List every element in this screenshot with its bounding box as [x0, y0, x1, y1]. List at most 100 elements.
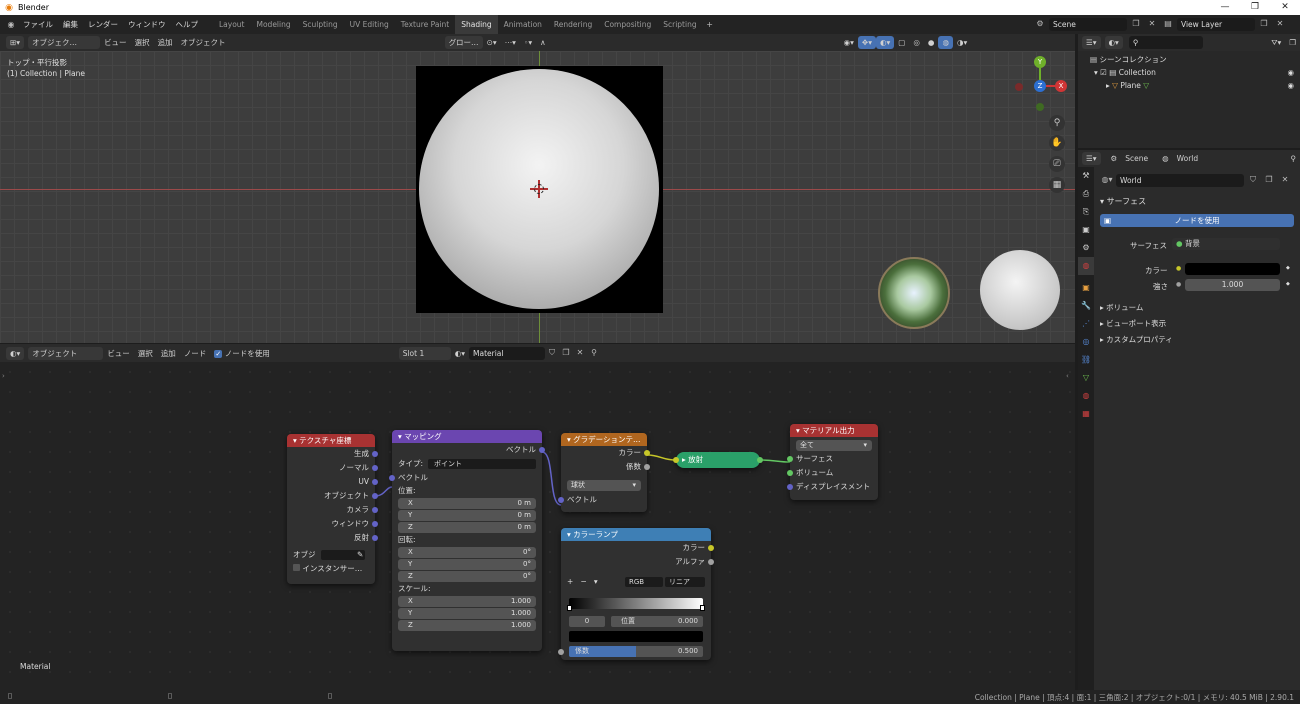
- tab-compositing[interactable]: Compositing: [598, 15, 657, 34]
- tab-view-layer-icon[interactable]: ▣: [1078, 221, 1094, 239]
- material-name-field[interactable]: Material: [469, 346, 546, 360]
- navigation-gizmo[interactable]: Z Y X: [1010, 56, 1070, 116]
- output-input-volume[interactable]: ボリューム: [787, 466, 878, 480]
- tab-uv-editing[interactable]: UV Editing: [344, 15, 395, 34]
- eyedropper-icon[interactable]: ✎: [357, 548, 363, 562]
- orientation-dropdown[interactable]: グロー…: [444, 36, 483, 49]
- falloff-icon[interactable]: ∧: [536, 36, 550, 49]
- active-stop-index[interactable]: 0: [569, 616, 605, 627]
- tab-layout[interactable]: Layout: [213, 15, 251, 34]
- tab-shading[interactable]: Shading: [455, 15, 498, 34]
- node-menu-add[interactable]: 追加: [157, 347, 180, 360]
- color-keyframe-icon[interactable]: ◆: [1286, 265, 1290, 271]
- tab-modifier-icon[interactable]: 🔧: [1078, 297, 1094, 315]
- visibility-icon[interactable]: ◉▾: [840, 36, 858, 49]
- remove-scene-icon[interactable]: ✕: [1145, 17, 1159, 31]
- add-workspace-icon[interactable]: +: [703, 18, 717, 32]
- ramp-stop-white[interactable]: [700, 605, 705, 611]
- tab-data-icon[interactable]: ▽: [1078, 369, 1094, 387]
- color-mode-dropdown[interactable]: RGB: [625, 577, 663, 587]
- output-input-displacement[interactable]: ディスプレイスメント: [787, 480, 878, 494]
- surface-panel-header[interactable]: ▾ サーフェス: [1100, 196, 1146, 207]
- socket-uv[interactable]: UV: [287, 475, 378, 489]
- xray-icon[interactable]: ▢: [894, 36, 909, 49]
- socket-camera[interactable]: カメラ: [287, 503, 378, 517]
- tab-scripting[interactable]: Scripting: [657, 15, 702, 34]
- strength-field[interactable]: 1.000: [1185, 279, 1280, 291]
- from-instancer-checkbox[interactable]: インスタンサー…: [287, 562, 375, 576]
- pan-hand-icon[interactable]: ✋: [1049, 135, 1065, 151]
- socket-generated[interactable]: 生成: [287, 447, 378, 461]
- pin-icon[interactable]: ⚲: [587, 346, 601, 360]
- fake-user-icon[interactable]: ⛉: [545, 346, 559, 360]
- mapping-input-vector[interactable]: ベクトル: [389, 471, 542, 485]
- plane-row[interactable]: ▸ ▽ Plane ▽ ◉: [1078, 79, 1300, 92]
- 3d-viewport[interactable]: トップ・平行投影 (1) Collection | Plane Z Y X ⚲ …: [0, 51, 1075, 343]
- menu-render[interactable]: レンダー: [83, 15, 123, 34]
- outliner-editor-type-icon[interactable]: ☰▾: [1082, 36, 1101, 49]
- minimize-icon[interactable]: —: [1210, 0, 1240, 15]
- menu-help[interactable]: ヘルプ: [171, 15, 204, 34]
- scene-collection-row[interactable]: ▤ シーンコレクション: [1078, 53, 1300, 66]
- snap-icon[interactable]: ⋯▾: [501, 36, 520, 49]
- blender-menu-icon[interactable]: ◉: [4, 18, 18, 32]
- viewport-menu-add[interactable]: 追加: [154, 36, 177, 49]
- tab-animation[interactable]: Animation: [498, 15, 548, 34]
- maximize-icon[interactable]: ❐: [1240, 0, 1270, 15]
- location-z-field[interactable]: Z 0 m: [398, 522, 536, 533]
- view-layer-field[interactable]: View Layer: [1177, 17, 1255, 31]
- stop-position-field[interactable]: 位置 0.000: [611, 616, 703, 627]
- new-scene-icon[interactable]: ❐: [1129, 17, 1143, 31]
- shading-material-icon[interactable]: ◍: [938, 36, 954, 49]
- node-menu-select[interactable]: 選択: [134, 347, 157, 360]
- tab-object-icon[interactable]: ▣: [1078, 279, 1094, 297]
- color-ramp-gradient[interactable]: [569, 598, 703, 609]
- node-menu-view[interactable]: ビュー: [103, 347, 134, 360]
- output-input-surface[interactable]: サーフェス: [787, 452, 878, 466]
- use-nodes-checkbox[interactable]: ✓ ノードを使用: [210, 347, 273, 360]
- socket-object[interactable]: オブジェクト: [287, 489, 378, 503]
- gradient-type-dropdown[interactable]: 球状 ▾: [567, 480, 641, 491]
- tab-particles-icon[interactable]: ⋰: [1078, 315, 1094, 333]
- tab-sculpting[interactable]: Sculpting: [297, 15, 344, 34]
- menu-edit[interactable]: 編集: [58, 15, 83, 34]
- colorramp-fac-slider[interactable]: 係数 0.500: [569, 646, 703, 657]
- mode-dropdown[interactable]: オブジェク…: [28, 36, 101, 49]
- shading-rendered-icon[interactable]: ◑▾: [953, 36, 971, 49]
- gizmo-neg-x[interactable]: [1015, 83, 1023, 91]
- scale-z-field[interactable]: Z 1.000: [398, 620, 536, 631]
- socket-normal[interactable]: ノーマル: [287, 461, 378, 475]
- world-fake-user-icon[interactable]: ⛉: [1246, 173, 1260, 187]
- scene-field[interactable]: Scene: [1049, 17, 1127, 31]
- tab-rendering[interactable]: Rendering: [548, 15, 598, 34]
- expand-icon[interactable]: ▸: [1106, 81, 1110, 90]
- colorramp-output-alpha[interactable]: アルファ: [561, 555, 714, 569]
- tab-render-icon[interactable]: ⎙: [1078, 185, 1094, 203]
- checkbox-icon[interactable]: ☑: [1100, 68, 1107, 77]
- output-target-dropdown[interactable]: 全て ▾: [796, 440, 872, 451]
- eye-icon[interactable]: ◉: [1287, 66, 1294, 79]
- scale-y-field[interactable]: Y 1.000: [398, 608, 536, 619]
- rotation-z-field[interactable]: Z 0°: [398, 571, 536, 582]
- shader-node-editor[interactable]: › ‹ ▾ テクスチャ座標 生成 ノーマル UV オブジェクト カメラ ウィンド…: [0, 362, 1075, 690]
- gradient-input-vector[interactable]: ベクトル: [558, 493, 647, 507]
- view-layer-icon[interactable]: ▤: [1161, 17, 1175, 31]
- proportional-icon[interactable]: ◦▾: [520, 36, 536, 49]
- texture-coordinate-node[interactable]: ▾ テクスチャ座標 生成 ノーマル UV オブジェクト カメラ ウィンドウ 反射…: [287, 434, 378, 584]
- context-scene[interactable]: Scene: [1121, 152, 1152, 165]
- editor-type-icon[interactable]: ⊞▾: [6, 36, 25, 49]
- mapping-header[interactable]: ▾ マッピング: [392, 430, 542, 443]
- collection-row[interactable]: ▾ ☑ ▤ Collection ◉: [1078, 66, 1300, 79]
- remove-stop-button[interactable]: −: [580, 577, 586, 586]
- world-duplicate-icon[interactable]: ❐: [1262, 173, 1276, 187]
- mapping-type-dropdown[interactable]: ポイント: [428, 459, 536, 469]
- gradient-texture-node[interactable]: ▾ グラデーションテ… カラー 係数 球状 ▾ ベクトル: [558, 433, 650, 512]
- rotation-x-field[interactable]: X 0°: [398, 547, 536, 558]
- socket-window[interactable]: ウィンドウ: [287, 517, 378, 531]
- tab-modeling[interactable]: Modeling: [251, 15, 297, 34]
- background-color-swatch[interactable]: [1185, 263, 1280, 275]
- custom-properties-panel-header[interactable]: ▸ カスタムプロパティ: [1100, 334, 1173, 345]
- grid-toggle-icon[interactable]: ▦: [1049, 177, 1065, 193]
- gizmo-neg-y[interactable]: [1036, 103, 1044, 111]
- tab-world-icon[interactable]: ◍: [1078, 257, 1094, 275]
